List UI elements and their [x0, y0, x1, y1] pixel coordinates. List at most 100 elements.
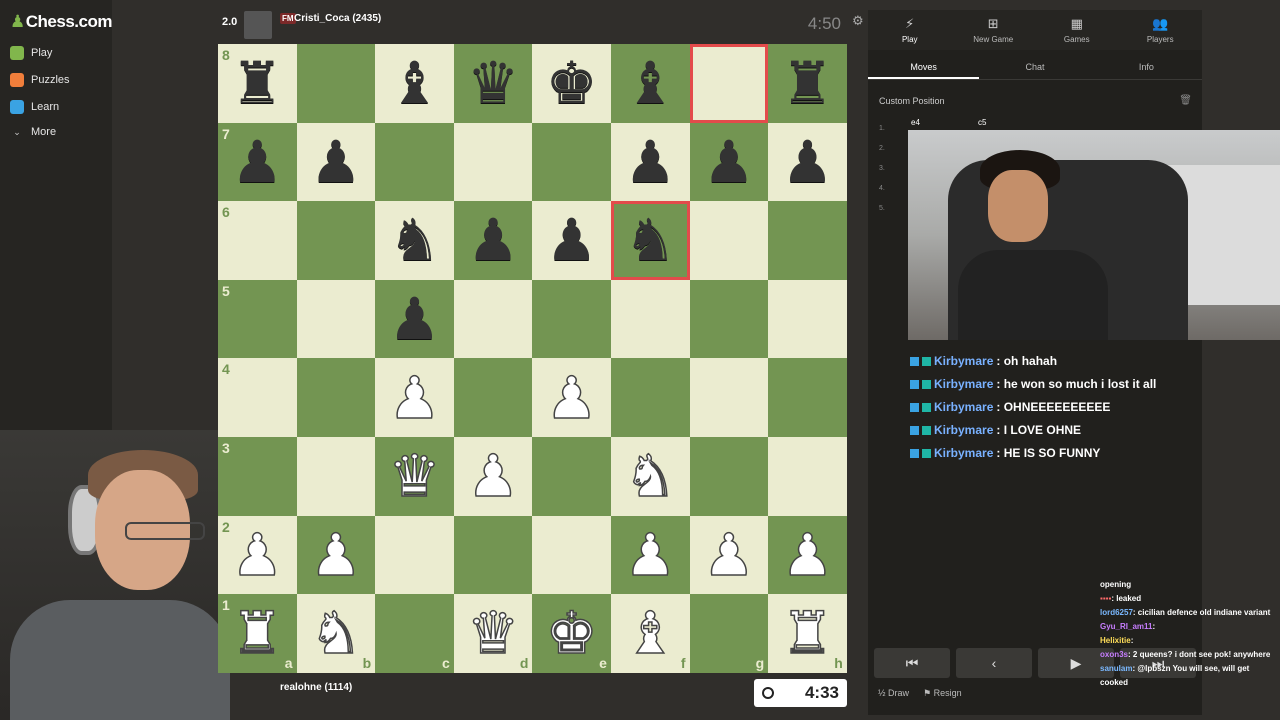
square-b4[interactable]	[296, 358, 376, 437]
black-rook-icon[interactable]: ♜	[231, 54, 283, 112]
square-f5[interactable]	[610, 279, 690, 359]
square-h2[interactable]: ♟	[768, 515, 847, 595]
square-c5[interactable]: ♟	[375, 279, 454, 359]
black-pawn-icon[interactable]: ♟	[310, 133, 362, 191]
square-f2[interactable]: ♟	[610, 515, 690, 595]
white-pawn-icon[interactable]: ♟	[624, 525, 678, 585]
subtab-info[interactable]: Info	[1091, 56, 1202, 79]
trash-icon[interactable]: 🗑	[1179, 95, 1192, 106]
square-d6[interactable]: ♟	[453, 201, 533, 280]
square-f1[interactable]: f ♝	[610, 594, 690, 673]
square-g4[interactable]	[689, 358, 769, 437]
square-g7[interactable]: ♟	[689, 122, 769, 202]
square-b6[interactable]	[296, 201, 376, 280]
square-a3[interactable]: 3	[218, 436, 297, 516]
black-pawn-icon[interactable]: ♟	[546, 211, 598, 269]
white-knight-icon[interactable]: ♞	[309, 604, 363, 664]
move-black-1[interactable]: c5	[978, 118, 986, 127]
black-pawn-icon[interactable]: ♟	[231, 133, 283, 191]
square-a2[interactable]: 2 ♟	[218, 515, 297, 595]
white-pawn-icon[interactable]: ♟	[781, 525, 835, 585]
white-knight-icon[interactable]: ♞	[624, 447, 678, 507]
square-h5[interactable]	[768, 279, 847, 359]
square-f6[interactable]: ♞	[610, 201, 690, 280]
white-bishop-icon[interactable]: ♝	[624, 604, 678, 664]
white-pawn-icon[interactable]: ♟	[388, 368, 442, 428]
square-g3[interactable]	[689, 436, 769, 516]
black-king-icon[interactable]: ♚	[546, 54, 598, 112]
square-b1[interactable]: b ♞	[296, 594, 376, 673]
black-pawn-icon[interactable]: ♟	[388, 290, 440, 348]
square-a1[interactable]: 1 a ♜	[218, 594, 297, 673]
move-white-1[interactable]: e4	[911, 118, 920, 127]
tab-players[interactable]: 👥 Players	[1119, 10, 1203, 50]
tab-new-game[interactable]: ⊞ New Game	[952, 10, 1036, 50]
gear-icon[interactable]: ⚙	[852, 13, 864, 29]
chess-board[interactable]: 8 ♜ ♝ ♛ ♚ ♝ ♜ 7 ♟ ♟ ♟ ♟ ♟ 6 ♞ ♟ ♟ ♞ 5 ♟ 4 ♟ ♟ 3 ♛ ♟ ♞ 2 ♟ ♟ ♟ ♟ ♟ 1 a ♜ b ♞ c d…	[218, 44, 847, 673]
black-pawn-icon[interactable]: ♟	[781, 133, 833, 191]
white-rook-icon[interactable]: ♜	[781, 604, 835, 664]
square-g8[interactable]	[689, 44, 769, 123]
nav-item-learn[interactable]: Learn	[10, 100, 59, 114]
white-pawn-icon[interactable]: ♟	[702, 525, 756, 585]
square-d4[interactable]	[453, 358, 533, 437]
black-queen-icon[interactable]: ♛	[467, 54, 519, 112]
black-bishop-icon[interactable]: ♝	[624, 54, 676, 112]
draw-button[interactable]: ½ Draw	[878, 688, 909, 699]
black-rook-icon[interactable]: ♜	[781, 54, 833, 112]
chesscom-logo[interactable]: ♟Chess.com	[10, 12, 112, 32]
square-d2[interactable]	[453, 515, 533, 595]
square-a4[interactable]: 4	[218, 358, 297, 437]
white-pawn-icon[interactable]: ♟	[466, 447, 520, 507]
square-a6[interactable]: 6	[218, 201, 297, 280]
nav-item-more[interactable]: ⌄ More	[10, 126, 56, 138]
white-pawn-icon[interactable]: ♟	[231, 525, 285, 585]
avatar[interactable]	[244, 11, 272, 39]
white-pawn-icon[interactable]: ♟	[545, 368, 599, 428]
white-queen-icon[interactable]: ♛	[466, 604, 520, 664]
white-pawn-icon[interactable]: ♟	[309, 525, 363, 585]
nav-item-puzzles[interactable]: Puzzles	[10, 73, 70, 87]
player-name[interactable]: realohne (1114)	[280, 682, 352, 693]
square-h3[interactable]	[768, 436, 847, 516]
square-e7[interactable]	[532, 122, 611, 202]
square-h7[interactable]: ♟	[768, 122, 847, 202]
square-b3[interactable]	[296, 436, 376, 516]
black-pawn-icon[interactable]: ♟	[467, 211, 519, 269]
white-king-icon[interactable]: ♚	[545, 604, 599, 664]
square-h6[interactable]	[768, 201, 847, 280]
square-f3[interactable]: ♞	[610, 436, 690, 516]
square-g2[interactable]: ♟	[689, 515, 769, 595]
square-d5[interactable]	[453, 279, 533, 359]
square-e1[interactable]: e ♚	[532, 594, 611, 673]
square-c6[interactable]: ♞	[375, 201, 454, 280]
square-f7[interactable]: ♟	[610, 122, 690, 202]
tab-play[interactable]: ⚡ Play	[868, 10, 952, 50]
square-e8[interactable]: ♚	[532, 44, 611, 123]
prev-move-button[interactable]: ‹	[956, 648, 1032, 678]
white-queen-icon[interactable]: ♛	[388, 447, 442, 507]
square-b7[interactable]: ♟	[296, 122, 376, 202]
square-c2[interactable]	[375, 515, 454, 595]
square-e3[interactable]	[532, 436, 611, 516]
square-g5[interactable]	[689, 279, 769, 359]
square-d8[interactable]: ♛	[453, 44, 533, 123]
black-knight-icon[interactable]: ♞	[624, 211, 676, 269]
white-rook-icon[interactable]: ♜	[231, 604, 285, 664]
square-a7[interactable]: 7 ♟	[218, 122, 297, 202]
square-e6[interactable]: ♟	[532, 201, 611, 280]
square-b5[interactable]	[296, 279, 376, 359]
opponent-name[interactable]: Cristi_Coca (2435)	[294, 13, 381, 24]
square-e4[interactable]: ♟	[532, 358, 611, 437]
square-h1[interactable]: h ♜	[768, 594, 847, 673]
square-f8[interactable]: ♝	[610, 44, 690, 123]
square-b2[interactable]: ♟	[296, 515, 376, 595]
square-c8[interactable]: ♝	[375, 44, 454, 123]
square-g1[interactable]: g	[689, 594, 769, 673]
square-d3[interactable]: ♟	[453, 436, 533, 516]
square-h8[interactable]: ♜	[768, 44, 847, 123]
black-bishop-icon[interactable]: ♝	[388, 54, 440, 112]
resign-button[interactable]: ⚑ Resign	[923, 688, 962, 699]
square-c4[interactable]: ♟	[375, 358, 454, 437]
square-c1[interactable]: c	[375, 594, 454, 673]
